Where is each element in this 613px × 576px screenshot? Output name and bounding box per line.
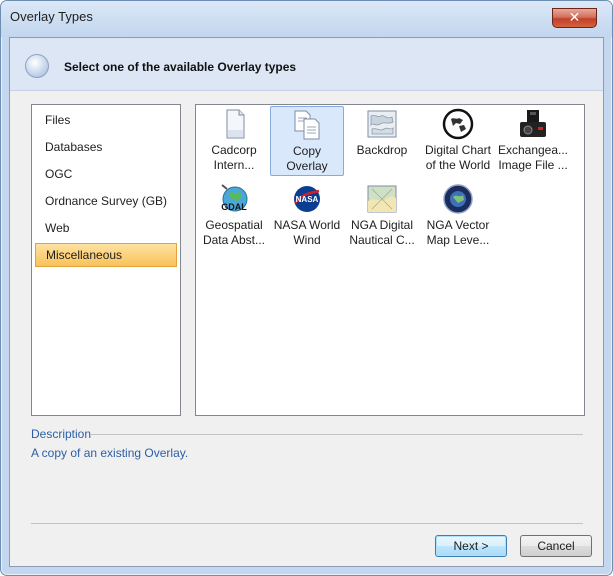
close-button[interactable]: ✕ (552, 8, 597, 28)
overlay-type-exchangeable-image[interactable]: Exchangea... Image File ... (496, 106, 570, 176)
overlay-type-label: Exchangea... Image File ... (497, 143, 569, 172)
overlay-type-nga-nautical[interactable]: NGA Digital Nautical C... (345, 181, 419, 251)
overlay-type-digital-chart[interactable]: Digital Chart of the World (421, 106, 495, 176)
overlay-type-label: NGA Digital Nautical C... (349, 218, 415, 247)
map-sheet-icon (367, 110, 397, 138)
category-label: Web (45, 221, 70, 235)
gdal-globe-icon: GDAL (221, 184, 248, 212)
overlay-type-label: Digital Chart of the World (424, 143, 492, 172)
overlay-type-nasa-world-wind[interactable]: NASA NASA World Wind (270, 181, 344, 251)
category-label: OGC (45, 167, 73, 181)
dialog-window: Overlay Types ✕ Select one of the availa… (0, 0, 613, 576)
document-icon (226, 109, 245, 139)
overlay-type-label: NASA World Wind (273, 218, 341, 247)
overlay-type-cadcorp[interactable]: Cadcorp Intern... (197, 106, 271, 176)
cancel-button[interactable]: Cancel (520, 535, 592, 557)
nga-seal-icon (443, 184, 473, 214)
camera-icon (520, 110, 546, 137)
category-ordnance-survey[interactable]: Ordnance Survey (GB) (35, 189, 177, 213)
description-text: A copy of an existing Overlay. (31, 446, 189, 460)
description-label: Description (31, 427, 92, 441)
category-ogc[interactable]: OGC (35, 162, 177, 186)
category-label: Ordnance Survey (GB) (45, 194, 168, 208)
overlay-type-label: Backdrop (356, 143, 408, 157)
world-globe-icon (442, 108, 474, 140)
globe-icon (25, 54, 49, 78)
category-databases[interactable]: Databases (35, 135, 177, 159)
overlay-type-copy-overlay[interactable]: Copy Overlay (270, 106, 344, 176)
dialog-body: Files Databases OGC Ordnance Survey (GB)… (10, 91, 603, 566)
dialog-client-area: Select one of the available Overlay type… (9, 37, 604, 567)
copy-documents-icon (294, 110, 320, 140)
description-divider (90, 434, 583, 435)
overlay-type-gdal[interactable]: GDAL Geospatial Data Abst... (197, 181, 271, 251)
nautical-chart-icon (367, 185, 397, 213)
overlay-type-label: NGA Vector Map Leve... (426, 218, 490, 247)
window-title: Overlay Types (10, 9, 93, 24)
overlay-type-label: Geospatial Data Abst... (202, 218, 266, 247)
category-label: Miscellaneous (46, 248, 123, 262)
category-label: Databases (45, 140, 103, 154)
category-label: Files (45, 113, 71, 127)
button-separator (31, 523, 583, 524)
next-button[interactable]: Next > (435, 535, 507, 557)
close-icon: ✕ (568, 10, 581, 26)
title-bar[interactable]: Overlay Types ✕ (1, 1, 612, 37)
overlay-type-backdrop[interactable]: Backdrop (345, 106, 419, 176)
category-web[interactable]: Web (35, 216, 177, 240)
overlay-type-label: Cadcorp Intern... (211, 143, 257, 172)
category-files[interactable]: Files (35, 108, 177, 132)
category-list[interactable]: Files Databases OGC Ordnance Survey (GB)… (31, 104, 181, 416)
category-miscellaneous[interactable]: Miscellaneous (35, 243, 177, 267)
overlay-type-grid[interactable]: Cadcorp Intern... Copy Overlay Backdrop … (195, 104, 585, 416)
nasa-logo-text: NASA (296, 195, 319, 204)
overlay-type-nga-vector-map[interactable]: NGA Vector Map Leve... (421, 181, 495, 251)
gdal-logo-text: GDAL (221, 202, 247, 212)
overlay-type-label: Copy Overlay (286, 144, 328, 173)
wizard-header: Select one of the available Overlay type… (10, 38, 603, 91)
wizard-instruction: Select one of the available Overlay type… (64, 60, 297, 74)
nasa-logo-icon: NASA (294, 186, 320, 212)
